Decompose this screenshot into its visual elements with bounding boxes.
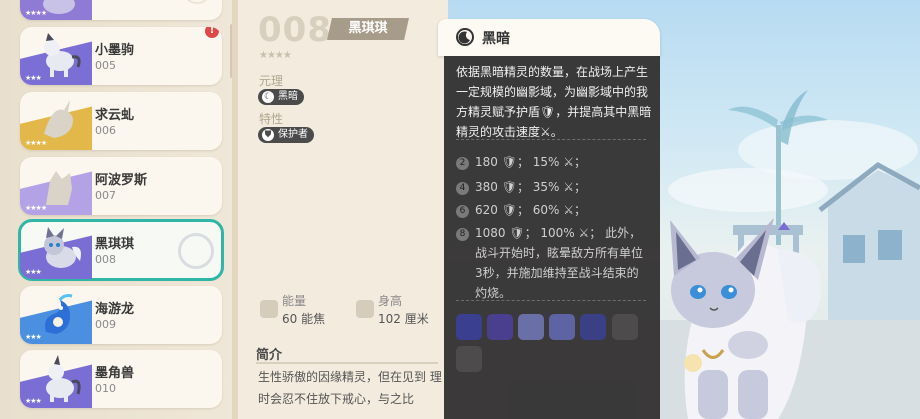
list-item[interactable]: ★★★ 海游龙 009: [20, 286, 222, 344]
intro-title: 简介: [256, 348, 283, 363]
locked-spirit-icon[interactable]: [612, 314, 638, 340]
trait-value: 保护者: [278, 129, 308, 140]
element-tooltip: 依据黑暗精灵的数量，在战场上产生一定规模的幽影域，为幽影域中的我方精灵赋予护盾🛡…: [444, 56, 660, 419]
rarity-stars: ★★★★: [25, 204, 47, 212]
tier-row: 2 180 🛡； 15% ⚔；: [456, 152, 652, 172]
list-scrollbar[interactable]: [230, 24, 234, 78]
spirit-name: 黑琪琪: [95, 237, 135, 252]
list-item[interactable]: ★★★★ 求云虬 006: [20, 92, 222, 150]
spirit-number: 009: [95, 318, 116, 331]
rarity-stars: ★★★: [25, 333, 42, 341]
element-value: 黑暗: [278, 91, 298, 102]
tier-effect: 1080 🛡； 100% ⚔； 此外，战斗开始时，眩晕敌方所有单位3秒，并施加维…: [475, 226, 644, 300]
selected-ring-icon: [178, 233, 214, 269]
spirit-number: 010: [95, 382, 116, 395]
spirit-thumbnail: [44, 33, 81, 77]
shield-icon: ⛊: [262, 129, 274, 141]
spirit-thumbnail: [45, 294, 73, 334]
spirit-name: 小墨驹: [95, 43, 135, 58]
intro-divider: [256, 362, 438, 364]
moon-icon: ☾: [262, 91, 274, 103]
related-spirit-icon[interactable]: [518, 314, 544, 340]
tier-count-badge: 6: [456, 205, 469, 218]
tier-effect: 180 🛡； 15% ⚔；: [475, 155, 587, 169]
spirit-name: 海游龙: [95, 302, 135, 317]
element-label: 元理: [259, 74, 284, 88]
related-spirit-icon[interactable]: [549, 314, 575, 340]
spirit-number: 005: [95, 59, 116, 72]
tooltip-title: 黑暗: [482, 31, 510, 47]
related-spirit-icon[interactable]: [487, 314, 513, 340]
rarity-stars: ★★★★: [259, 50, 292, 61]
tooltip-divider: [456, 300, 646, 301]
spirit-name: 求云虬: [95, 108, 135, 123]
rarity-stars: ★★★★: [25, 9, 47, 17]
weight-icon: [260, 300, 278, 318]
tooltip-description: 依据黑暗精灵的数量，在战场上产生一定规模的幽影域，为幽影域中的我方精灵赋予护盾🛡…: [456, 65, 652, 139]
moon-icon: [456, 28, 474, 46]
spirit-thumbnail: [46, 355, 81, 402]
element-badge[interactable]: ☾ 黑暗: [258, 89, 304, 105]
ruler-icon: [356, 300, 374, 318]
tier-row: 4 380 🛡； 35% ⚔；: [456, 177, 652, 197]
tier-effect: 380 🛡； 35% ⚔；: [475, 180, 587, 194]
list-item[interactable]: ★★★★: [20, 0, 222, 20]
list-item[interactable]: ★★★ 墨角兽 010: [20, 350, 222, 408]
energy-value: 60 能焦: [282, 312, 326, 326]
tier-count-badge: 2: [456, 157, 469, 170]
energy-label: 能量: [282, 294, 307, 308]
status-ring: [182, 0, 212, 4]
height-value: 102 厘米: [378, 312, 429, 326]
tier-count-badge: 4: [456, 182, 469, 195]
spirit-number: 007: [95, 189, 116, 202]
trait-label: 特性: [259, 112, 284, 126]
rarity-stars: ★★★★: [25, 139, 47, 147]
tier-row: 6 620 🛡； 60% ⚔；: [456, 200, 652, 220]
spirit-name-tag: 黑琪琪: [327, 18, 409, 40]
related-spirit-icon[interactable]: [456, 314, 482, 340]
list-item[interactable]: ★★★★ 阿波罗斯 007: [20, 157, 222, 215]
rarity-stars: ★★★: [25, 74, 42, 82]
tooltip-header: 黑暗: [438, 19, 660, 56]
spirit-detail-panel: 008 黑琪琪 ★★★★ 元理 ☾ 黑暗 特性 ⛊ 保护者 能量 60 能焦 身…: [238, 0, 448, 419]
spirit-name: 墨角兽: [95, 366, 135, 381]
rarity-stars: ★★★: [25, 397, 42, 405]
tier-row: 8 1080 🛡； 100% ⚔； 此外，战斗开始时，眩晕敌方所有单位3秒，并施加…: [456, 223, 652, 303]
trait-badge[interactable]: ⛊ 保护者: [258, 127, 314, 143]
alert-badge: !: [205, 27, 219, 38]
spirit-list[interactable]: ★★★★ ★★★ 小墨驹 005 ! ★★★★ 求云虬 006 ★★★★ 阿波罗…: [0, 0, 238, 419]
intro-text: 生性骄傲的因缘精灵，但在见到 理时会忍不住放下戒心，与之比: [258, 370, 442, 406]
spirit-name: 阿波罗斯: [95, 173, 148, 188]
tier-count-badge: 8: [456, 228, 469, 241]
related-spirit-icon[interactable]: [580, 314, 606, 340]
rarity-stars: ★★★: [25, 268, 42, 276]
list-item[interactable]: ★★★ 小墨驹 005 !: [20, 27, 222, 85]
list-item-selected[interactable]: ★★★ 黑琪琪 008: [18, 219, 224, 281]
tooltip-divider: [456, 139, 646, 140]
locked-spirit-icon[interactable]: [456, 346, 482, 372]
spirit-thumbnail: [44, 227, 81, 268]
spirit-number: 006: [95, 124, 116, 137]
tier-effect: 620 🛡； 60% ⚔；: [475, 203, 587, 217]
spirit-number: 008: [95, 253, 116, 266]
height-label: 身高: [378, 294, 403, 308]
spirit-number-large: 008: [258, 10, 332, 50]
